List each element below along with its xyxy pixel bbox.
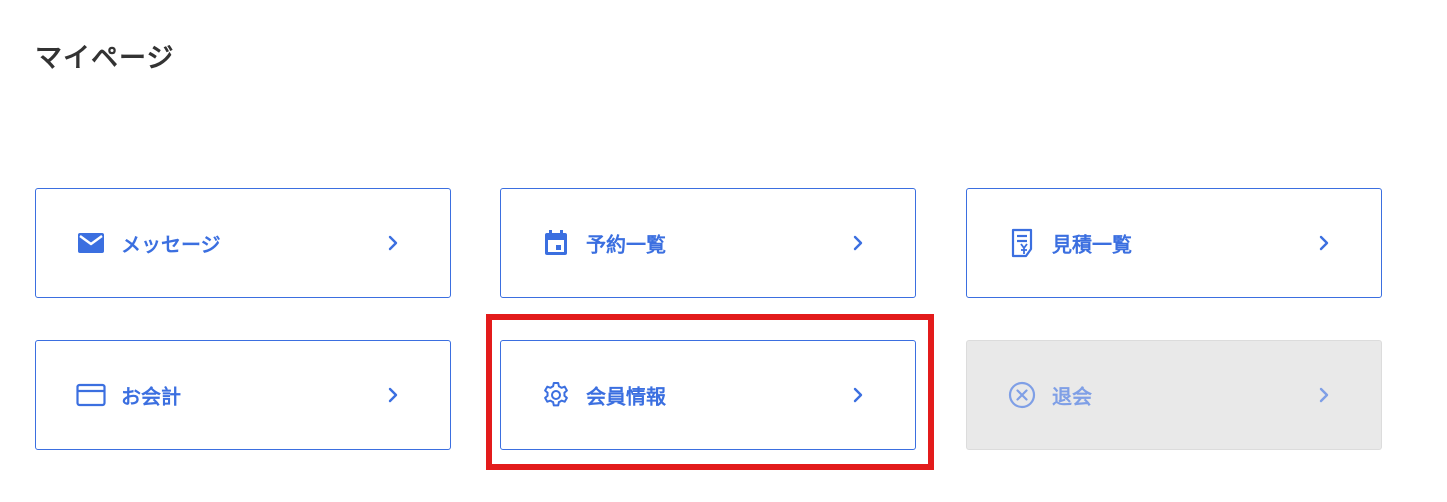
menu-card-messages[interactable]: メッセージ bbox=[35, 188, 451, 298]
menu-card-estimates[interactable]: 見積一覧 bbox=[966, 188, 1382, 298]
menu-card-label: 会員情報 bbox=[586, 384, 666, 409]
menu-card-payment[interactable]: お会計 bbox=[35, 340, 451, 450]
receipt-icon bbox=[1007, 228, 1037, 258]
calendar-icon bbox=[541, 228, 571, 258]
mail-icon bbox=[76, 228, 106, 258]
menu-card-label: 見積一覧 bbox=[1052, 232, 1132, 257]
chevron-right-icon bbox=[851, 235, 865, 251]
chevron-right-icon bbox=[851, 387, 865, 403]
credit-card-icon bbox=[76, 380, 106, 410]
chevron-right-icon bbox=[1317, 235, 1331, 251]
menu-card-reservations[interactable]: 予約一覧 bbox=[500, 188, 916, 298]
chevron-right-icon bbox=[386, 235, 400, 251]
chevron-right-icon bbox=[386, 387, 400, 403]
menu-card-label: 退会 bbox=[1052, 384, 1092, 409]
circle-x-icon bbox=[1007, 380, 1037, 410]
mypage: マイページ メッセージ 予約一覧 見積一覧 お会計 会員情報 退会 bbox=[0, 0, 1447, 502]
menu-card-member-info[interactable]: 会員情報 bbox=[500, 340, 916, 450]
gear-icon bbox=[541, 380, 571, 410]
menu-card-withdraw[interactable]: 退会 bbox=[966, 340, 1382, 450]
page-title: マイページ bbox=[35, 43, 175, 74]
menu-card-label: お会計 bbox=[121, 384, 181, 409]
menu-card-label: メッセージ bbox=[121, 232, 221, 257]
chevron-right-icon bbox=[1317, 387, 1331, 403]
menu-card-label: 予約一覧 bbox=[586, 232, 666, 257]
